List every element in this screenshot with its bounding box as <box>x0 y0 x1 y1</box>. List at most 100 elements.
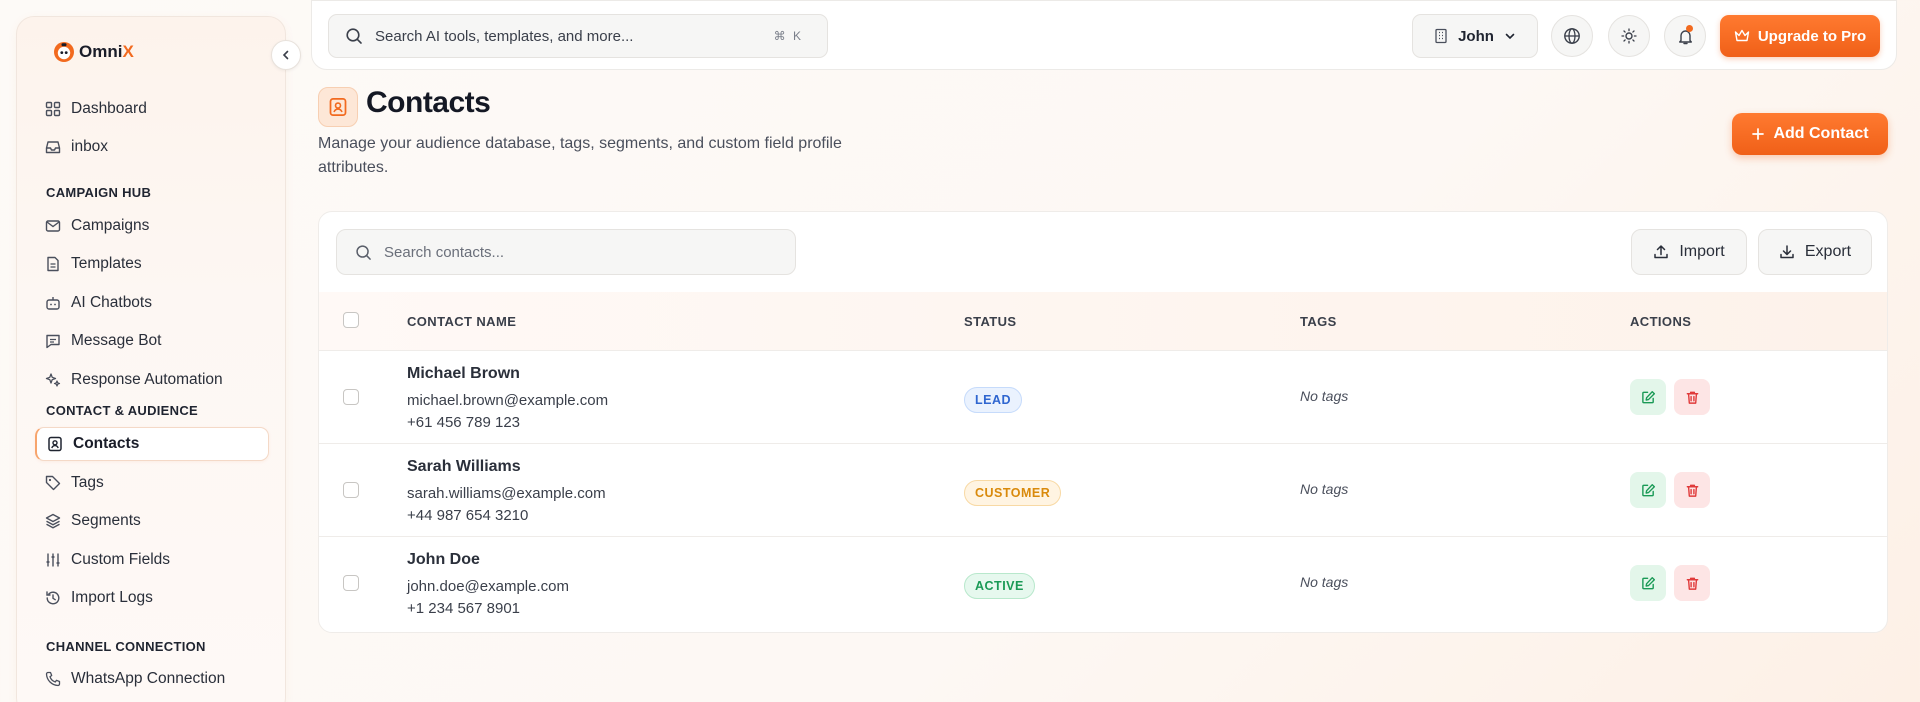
contacts-card: Search contacts... Import Export CONTACT… <box>318 211 1888 633</box>
sidebar-item-segments[interactable]: Segments <box>35 504 269 538</box>
sidebar-item-label: Response Automation <box>71 371 223 388</box>
sidebar-item-templates[interactable]: Templates <box>35 247 269 281</box>
sidebar-item-whatsapp-connection[interactable]: WhatsApp Connection <box>35 662 269 696</box>
sidebar-item-label: Message Bot <box>71 332 162 349</box>
theme-toggle-button[interactable] <box>1608 15 1650 57</box>
contact-email: michael.brown@example.com <box>407 392 609 409</box>
edit-button[interactable] <box>1630 472 1666 508</box>
edit-button[interactable] <box>1630 379 1666 415</box>
sun-icon <box>1621 28 1637 44</box>
message-icon <box>46 334 60 349</box>
column-header-name: CONTACT NAME <box>407 314 517 329</box>
sidebar-item-label: Templates <box>71 255 142 272</box>
column-header-status: STATUS <box>964 314 1017 329</box>
delete-button[interactable] <box>1674 472 1710 508</box>
contacts-search-input[interactable]: Search contacts... <box>336 229 796 275</box>
sidebar-item-label: inbox <box>71 138 109 155</box>
language-button[interactable] <box>1551 15 1593 57</box>
column-header-actions: ACTIONS <box>1630 314 1692 329</box>
notification-dot <box>1686 25 1693 32</box>
crown-icon <box>1734 29 1750 42</box>
select-all-checkbox[interactable] <box>343 312 359 328</box>
inbox-icon <box>45 141 61 154</box>
page-subtitle: Manage your audience database, tags, seg… <box>318 135 842 176</box>
edit-icon <box>1641 390 1655 403</box>
notifications-button[interactable] <box>1664 15 1706 57</box>
chevron-left-icon <box>282 50 289 60</box>
trash-icon <box>1686 577 1698 590</box>
page-title: Contacts <box>366 86 491 119</box>
contact-email: john.doe@example.com <box>407 578 569 595</box>
logo-icon <box>53 41 75 63</box>
contact-name: Michael Brown <box>407 365 520 382</box>
upgrade-label: Upgrade to Pro <box>1757 27 1867 45</box>
section-title-channel-connection: CHANNEL CONNECTION <box>46 639 206 654</box>
search-shortcut: ⌘ K <box>773 29 803 43</box>
import-button[interactable]: Import <box>1631 229 1747 275</box>
logo-text: OmniX <box>79 42 134 61</box>
sidebar-item-dashboard[interactable]: Dashboard <box>35 92 269 126</box>
add-contact-label: Add Contact <box>1773 125 1869 142</box>
sidebar: OmniX Dashboard inbox CAMPAIGN HUB Campa… <box>16 16 301 702</box>
sidebar-item-label: AI Chatbots <box>71 294 152 311</box>
user-menu-button[interactable]: John <box>1412 14 1538 58</box>
status-badge: ACTIVE <box>964 573 1035 599</box>
sidebar-item-label: WhatsApp Connection <box>71 670 226 687</box>
sidebar-item-custom-fields[interactable]: Custom Fields <box>35 543 269 577</box>
user-name: John <box>1458 27 1494 45</box>
history-icon <box>46 591 60 605</box>
sliders-icon <box>46 553 60 567</box>
upload-icon <box>1654 245 1669 259</box>
delete-button[interactable] <box>1674 565 1710 601</box>
contact-name: John Doe <box>407 551 480 568</box>
collapse-sidebar-button[interactable] <box>271 40 301 70</box>
contact-name: Sarah Williams <box>407 458 521 475</box>
contact-phone: +1 234 567 8901 <box>407 600 521 617</box>
table-header: CONTACT NAME STATUS TAGS ACTIONS <box>319 292 1887 350</box>
sidebar-item-campaigns[interactable]: Campaigns <box>35 209 269 243</box>
column-header-tags: TAGS <box>1300 314 1337 329</box>
section-title-contact-audience: CONTACT & AUDIENCE <box>46 403 199 418</box>
sidebar-item-label: Import Logs <box>71 589 153 606</box>
row-checkbox[interactable] <box>343 482 359 498</box>
grid-icon <box>45 101 61 117</box>
import-label: Import <box>1679 243 1725 260</box>
tag-icon <box>45 475 61 491</box>
contacts-search-placeholder: Search contacts... <box>384 243 505 261</box>
sidebar-item-import-logs[interactable]: Import Logs <box>35 581 269 615</box>
sidebar-item-label: Dashboard <box>71 100 147 117</box>
chevron-down-icon <box>1505 33 1515 40</box>
file-icon <box>47 256 59 272</box>
app-logo[interactable]: OmniX <box>53 41 134 63</box>
add-contact-button[interactable]: Add Contact <box>1732 113 1888 155</box>
export-button[interactable]: Export <box>1758 229 1872 275</box>
contact-phone: +44 987 654 3210 <box>407 507 529 524</box>
sidebar-item-tags[interactable]: Tags <box>35 466 269 500</box>
sidebar-item-inbox[interactable]: inbox <box>35 130 269 164</box>
sidebar-item-label: Custom Fields <box>71 551 171 568</box>
search-icon <box>356 244 371 260</box>
sidebar-item-label: Segments <box>71 512 141 529</box>
contact-tags: No tags <box>1300 574 1349 590</box>
edit-icon <box>1641 483 1655 496</box>
trash-icon <box>1686 484 1698 497</box>
contact-tags: No tags <box>1300 481 1349 497</box>
sparkles-icon <box>45 373 61 387</box>
sidebar-item-label: Contacts <box>73 435 140 452</box>
sidebar-item-response-automation[interactable]: Response Automation <box>35 363 269 397</box>
contact-icon <box>329 98 347 116</box>
sidebar-item-ai-chatbots[interactable]: AI Chatbots <box>35 286 269 320</box>
sidebar-item-contacts[interactable]: Contacts <box>35 427 269 461</box>
row-checkbox[interactable] <box>343 575 359 591</box>
sidebar-item-message-bot[interactable]: Message Bot <box>35 324 269 358</box>
upgrade-button[interactable]: Upgrade to Pro <box>1720 15 1880 57</box>
global-search-input[interactable]: Search AI tools, templates, and more... … <box>328 14 828 58</box>
layers-icon <box>45 513 61 529</box>
edit-button[interactable] <box>1630 565 1666 601</box>
row-checkbox[interactable] <box>343 389 359 405</box>
delete-button[interactable] <box>1674 379 1710 415</box>
status-badge: LEAD <box>964 387 1023 413</box>
contact-email: sarah.williams@example.com <box>407 485 606 502</box>
contact-phone: +61 456 789 123 <box>407 414 521 431</box>
search-placeholder: Search AI tools, templates, and more... <box>375 27 634 45</box>
